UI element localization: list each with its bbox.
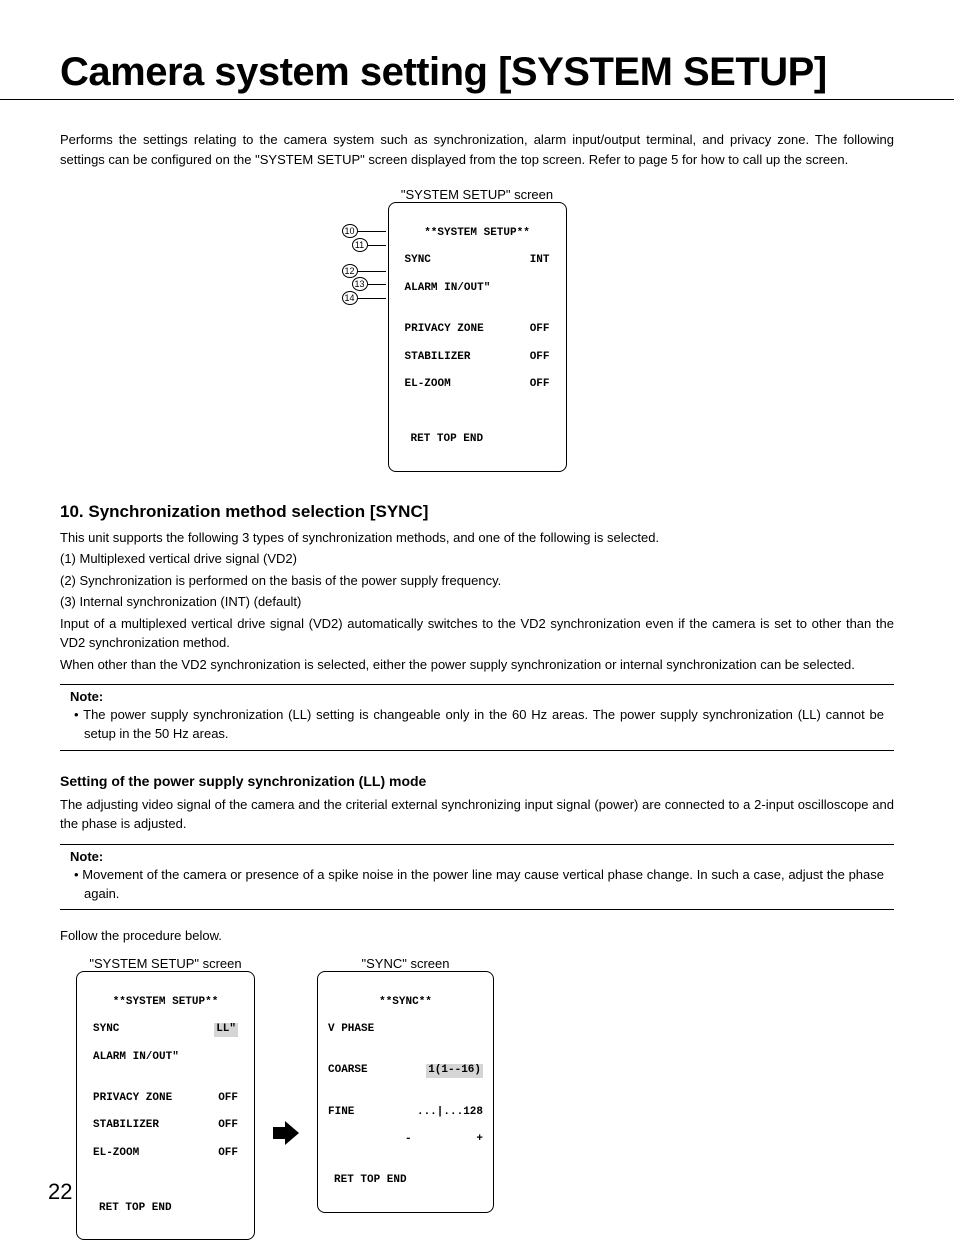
sec10-item-2: (2) Synchronization is performed on the … <box>60 571 894 591</box>
title-rule <box>0 99 954 100</box>
title-part-a: Camera system setting <box>60 50 498 94</box>
follow-text: Follow the procedure below. <box>60 926 894 946</box>
note-box-1: Note: • The power supply synchronization… <box>60 684 894 751</box>
intro-paragraph: Performs the settings relating to the ca… <box>60 130 894 169</box>
note-box-2: Note: • Movement of the camera or presen… <box>60 844 894 911</box>
sec10-item-1: (1) Multiplexed vertical drive signal (V… <box>60 549 894 569</box>
callout-11: 11 <box>352 238 368 252</box>
osd-screen-2: **SYSTEM SETUP** SYNCLL" ALARM IN/OUT"… <box>76 971 255 1240</box>
callout-14: 14 <box>342 291 358 305</box>
arrow-icon <box>273 1121 299 1145</box>
note-body: • The power supply synchronization (LL) … <box>70 706 884 744</box>
osd2-caption: "SYSTEM SETUP" screen <box>89 956 241 971</box>
osd-screen-3: **SYNC** V PHASE COARSE1(1--16) FINE...|… <box>317 971 494 1213</box>
page-title: Camera system setting [SYSTEM SETUP] <box>60 50 894 95</box>
sec10-item-3: (3) Internal synchronization (INT) (defa… <box>60 592 894 612</box>
callout-13: 13 <box>352 277 368 291</box>
osd-screen-1: **SYSTEM SETUP** SYNCINT ALARM IN/OUT" … <box>388 202 567 472</box>
callout-12: 12 <box>342 264 358 278</box>
section-10-heading: 10. Synchronization method selection [SY… <box>60 502 894 522</box>
osd-caption: "SYSTEM SETUP" screen <box>60 187 894 202</box>
callout-10: 10 <box>342 224 358 238</box>
page-number: 22 <box>48 1179 72 1205</box>
osd-system-setup-top: "SYSTEM SETUP" screen 10 11 12 13 14 **S… <box>60 187 894 472</box>
sub-ll-p: The adjusting video signal of the camera… <box>60 795 894 834</box>
subsection-ll-heading: Setting of the power supply synchronizat… <box>60 773 894 789</box>
screens-row: "SYSTEM SETUP" screen **SYSTEM SETUP** S… <box>60 956 894 1240</box>
sec10-lead: This unit supports the following 3 types… <box>60 528 894 548</box>
title-part-b: [SYSTEM SETUP] <box>498 50 827 94</box>
sec10-p1: Input of a multiplexed vertical drive si… <box>60 614 894 653</box>
osd3-caption: "SYNC" screen <box>362 956 450 971</box>
note-body-2: • Movement of the camera or presence of … <box>70 866 884 904</box>
note-label: Note: <box>70 689 884 704</box>
note-label-2: Note: <box>70 849 884 864</box>
sec10-p2: When other than the VD2 synchronization … <box>60 655 894 675</box>
